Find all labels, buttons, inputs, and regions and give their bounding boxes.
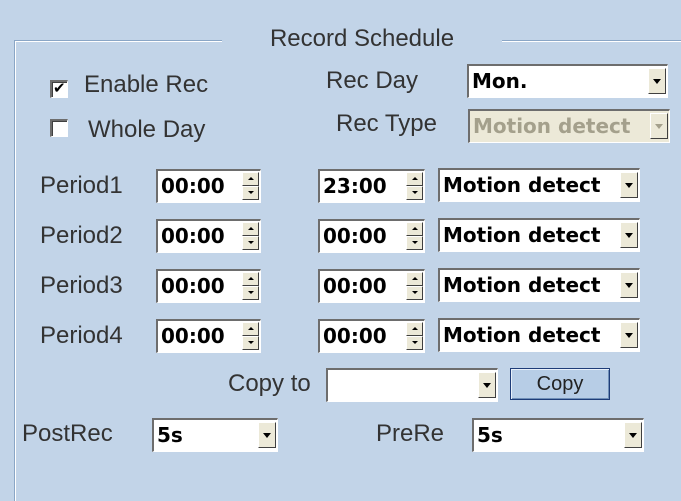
copy-to-select[interactable]: [326, 368, 498, 402]
spinner-arrows[interactable]: [242, 172, 259, 200]
period3-type-value: Motion detect: [443, 273, 601, 297]
spin-up-icon[interactable]: [242, 222, 259, 236]
pre-rec-label: PreRe: [376, 420, 445, 447]
rec-type-value: Motion detect: [473, 114, 631, 138]
chevron-down-icon[interactable]: [620, 272, 638, 298]
period4-end-value: 00:00: [323, 324, 387, 348]
chevron-down-icon[interactable]: [650, 113, 668, 139]
chevron-down-icon[interactable]: [648, 68, 666, 94]
spin-down-icon[interactable]: [406, 236, 423, 250]
period2-end-value: 00:00: [323, 224, 387, 248]
spin-down-icon[interactable]: [242, 336, 259, 350]
period4-label: Period4: [40, 322, 123, 349]
spinner-arrows[interactable]: [406, 272, 423, 300]
copy-button[interactable]: Copy: [510, 368, 610, 400]
post-rec-select[interactable]: 5s: [152, 418, 278, 452]
period3-start-spinner[interactable]: 00:00: [156, 269, 261, 303]
spin-down-icon[interactable]: [406, 286, 423, 300]
spin-down-icon[interactable]: [242, 286, 259, 300]
period3-end-spinner[interactable]: 00:00: [318, 269, 425, 303]
spin-down-icon[interactable]: [242, 236, 259, 250]
rec-type-select[interactable]: Motion detect: [468, 109, 670, 143]
spin-up-icon[interactable]: [406, 272, 423, 286]
spin-down-icon[interactable]: [242, 186, 259, 200]
spinner-arrows[interactable]: [242, 272, 259, 300]
period2-start-value: 00:00: [161, 224, 225, 248]
rec-day-label: Rec Day: [326, 67, 419, 94]
period4-start-spinner[interactable]: 00:00: [156, 319, 261, 353]
spinner-arrows[interactable]: [406, 172, 423, 200]
period1-type-value: Motion detect: [443, 173, 601, 197]
period1-end-value: 23:00: [323, 174, 387, 198]
period2-start-spinner[interactable]: 00:00: [156, 219, 261, 253]
copy-to-label: Copy to: [228, 370, 311, 397]
period1-type-select[interactable]: Motion detect: [438, 168, 640, 202]
chevron-down-icon[interactable]: [620, 172, 638, 198]
post-rec-value: 5s: [157, 423, 183, 447]
spin-up-icon[interactable]: [406, 322, 423, 336]
period4-start-value: 00:00: [161, 324, 225, 348]
period3-label: Period3: [40, 272, 123, 299]
enable-rec-checkbox[interactable]: ✔: [50, 79, 68, 98]
period1-label: Period1: [40, 172, 123, 199]
spin-up-icon[interactable]: [242, 172, 259, 186]
rec-type-label: Rec Type: [336, 110, 437, 137]
spin-up-icon[interactable]: [406, 172, 423, 186]
period2-label: Period2: [40, 222, 123, 249]
spin-up-icon[interactable]: [406, 222, 423, 236]
spin-up-icon[interactable]: [242, 272, 259, 286]
chevron-down-icon[interactable]: [624, 422, 642, 448]
checkmark-icon: ✔: [53, 79, 66, 97]
period2-end-spinner[interactable]: 00:00: [318, 219, 425, 253]
period2-type-value: Motion detect: [443, 223, 601, 247]
post-rec-label: PostRec: [22, 420, 113, 447]
chevron-down-icon[interactable]: [620, 222, 638, 248]
section-title: Record Schedule: [222, 22, 502, 56]
spin-down-icon[interactable]: [406, 186, 423, 200]
period3-end-value: 00:00: [323, 274, 387, 298]
period2-type-select[interactable]: Motion detect: [438, 218, 640, 252]
whole-day-checkbox[interactable]: [50, 119, 68, 137]
whole-day-label: Whole Day: [88, 116, 206, 143]
period1-end-spinner[interactable]: 23:00: [318, 169, 425, 203]
chevron-down-icon[interactable]: [620, 322, 638, 348]
period3-type-select[interactable]: Motion detect: [438, 268, 640, 302]
period4-type-select[interactable]: Motion detect: [438, 318, 640, 352]
period4-type-value: Motion detect: [443, 323, 601, 347]
spinner-arrows[interactable]: [406, 222, 423, 250]
period3-start-value: 00:00: [161, 274, 225, 298]
period1-start-value: 00:00: [161, 174, 225, 198]
chevron-down-icon[interactable]: [258, 422, 276, 448]
spinner-arrows[interactable]: [406, 322, 423, 350]
rec-day-select[interactable]: Mon.: [467, 64, 668, 98]
spin-up-icon[interactable]: [242, 322, 259, 336]
pre-rec-select[interactable]: 5s: [472, 418, 644, 452]
rec-day-value: Mon.: [472, 69, 528, 93]
enable-rec-label: Enable Rec: [84, 71, 209, 98]
period4-end-spinner[interactable]: 00:00: [318, 319, 425, 353]
spinner-arrows[interactable]: [242, 322, 259, 350]
spinner-arrows[interactable]: [242, 222, 259, 250]
period1-start-spinner[interactable]: 00:00: [156, 169, 261, 203]
chevron-down-icon[interactable]: [478, 372, 496, 398]
spin-down-icon[interactable]: [406, 336, 423, 350]
record-schedule-panel: Record Schedule ✔ Enable Rec Rec Day Mon…: [0, 0, 681, 501]
pre-rec-value: 5s: [477, 423, 503, 447]
